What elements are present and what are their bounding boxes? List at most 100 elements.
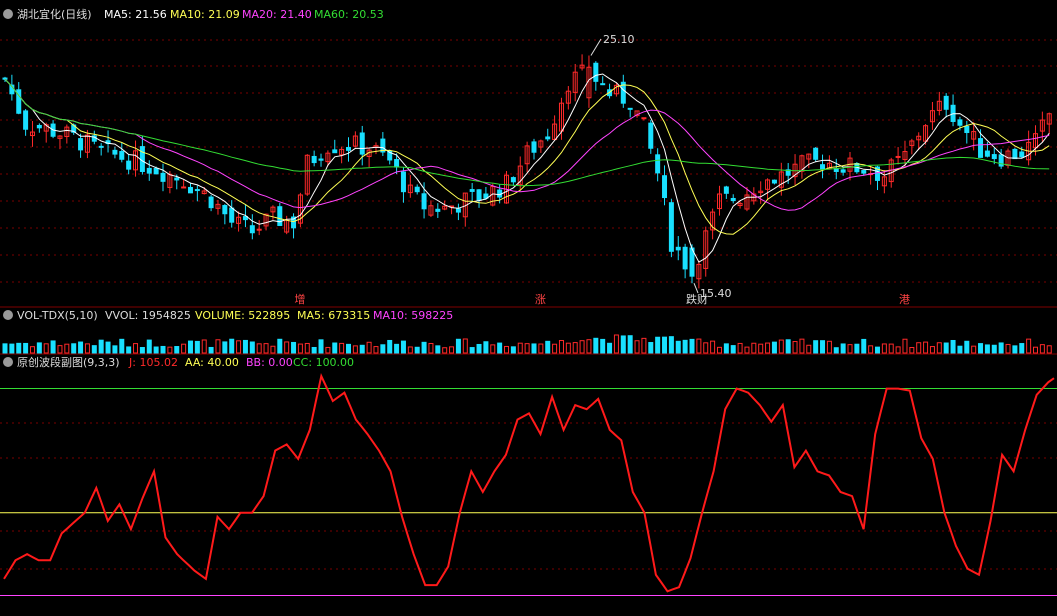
candle-body <box>627 107 633 110</box>
volume-bar <box>346 343 351 354</box>
volume-bar <box>16 342 22 354</box>
volume-bar <box>187 340 193 354</box>
ma10-legend: MA10: 21.09 <box>170 8 240 21</box>
candle-body <box>668 202 674 252</box>
volume-bar <box>682 339 688 354</box>
ma5-legend: MA5: 21.56 <box>104 8 167 21</box>
candle-body <box>146 167 152 174</box>
volume-bar <box>607 342 613 354</box>
volume-bar <box>490 344 496 354</box>
volume-bar <box>91 345 97 354</box>
volume-bar <box>133 343 139 354</box>
candle-body <box>991 154 997 160</box>
volume-bar <box>923 341 929 354</box>
volume-bar <box>126 346 132 354</box>
volume-bar <box>978 343 984 354</box>
volume-bar <box>160 345 166 354</box>
volume-bar <box>648 342 654 354</box>
volume-bar <box>352 345 358 354</box>
volume-bar <box>98 339 104 354</box>
volume-bar <box>854 343 860 354</box>
volume-bar <box>194 340 200 354</box>
candle-body <box>510 177 516 183</box>
volume-bar <box>29 346 35 354</box>
volume-bar <box>373 346 379 354</box>
volume-bar <box>421 341 427 354</box>
candle-body <box>545 136 551 140</box>
candle-body <box>311 155 317 164</box>
candle-body <box>730 197 736 202</box>
signal-marker: 增 <box>294 292 305 306</box>
volume-bar <box>620 335 626 354</box>
volume-bar <box>1026 338 1032 354</box>
volume-bar <box>579 340 585 354</box>
candle-body <box>435 208 441 212</box>
candle-body <box>222 205 228 215</box>
volume-bar <box>826 340 832 354</box>
candle-body <box>332 149 338 154</box>
volume-bar <box>737 342 743 354</box>
volume-bar <box>586 339 592 354</box>
volume-bar <box>1033 346 1038 354</box>
volume-bar <box>943 342 949 354</box>
kline-chart[interactable]: 湖北宜化(日线) MA5: 21.56 MA10: 21.09 MA20: 21… <box>0 0 1057 616</box>
candle-body <box>861 170 867 174</box>
volume-bar <box>263 343 269 354</box>
volume-bar <box>236 340 242 354</box>
volume-bar <box>593 337 599 354</box>
vol-indicator-name: VOL-TDX(5,10) <box>17 309 98 322</box>
volume-bar <box>167 346 173 354</box>
volume-bar <box>462 338 468 354</box>
volume-bar <box>146 339 152 354</box>
volume-value: VOLUME: 522895 <box>195 309 290 322</box>
high-arrow <box>590 38 602 56</box>
volume-bar <box>476 343 482 354</box>
candle-body <box>723 186 729 194</box>
main-legend: 湖北宜化(日线) MA5: 21.56 MA10: 21.09 MA20: 21… <box>3 7 384 21</box>
volume-bar <box>655 336 661 354</box>
candle-body <box>359 132 365 155</box>
volume-bar <box>778 339 784 354</box>
volume-bar <box>407 346 413 354</box>
volume-bar <box>895 346 901 354</box>
volume-bar <box>483 341 489 354</box>
candle-body <box>840 169 846 173</box>
volume-bar <box>668 336 674 354</box>
volume-bar <box>249 341 255 354</box>
candle-body <box>400 171 406 193</box>
circle-chevron-down-icon[interactable] <box>3 9 13 19</box>
candle-body <box>249 225 255 234</box>
candle-body <box>112 149 118 155</box>
osc-cc-value: CC: 100.00 <box>293 356 354 369</box>
volume-bar <box>868 345 874 354</box>
circle-chevron-down-icon[interactable] <box>3 357 13 367</box>
volume-bar <box>112 345 118 354</box>
j-line <box>3 372 1055 593</box>
signal-marker: 跌财 <box>686 292 708 306</box>
volume-bar <box>139 347 145 354</box>
circle-chevron-down-icon[interactable] <box>3 310 13 320</box>
volume-bar <box>50 340 56 354</box>
candle-body <box>181 186 187 189</box>
candle-body <box>895 155 901 158</box>
candle-body <box>277 206 283 226</box>
candle-body <box>346 147 351 151</box>
volume-bar <box>2 343 8 354</box>
volume-bar <box>813 340 819 354</box>
candle-body <box>682 246 688 270</box>
high-price-label: 25.10 <box>603 33 635 46</box>
volume-bar <box>524 343 530 354</box>
volume-bar <box>820 340 826 354</box>
volume-bar <box>689 338 695 354</box>
ma60-legend: MA60: 20.53 <box>314 8 384 21</box>
volume-bar <box>208 346 214 354</box>
volume-bar <box>359 344 365 354</box>
volume-bar <box>730 345 736 354</box>
vvol-value: VVOL: 1954825 <box>105 309 191 322</box>
volume-bar <box>957 345 963 354</box>
volume-bar <box>600 338 606 354</box>
volume-bar <box>902 338 908 354</box>
osc-indicator-name: 原创波段副图(9,3,3) <box>17 355 120 369</box>
volume-bar <box>771 341 777 354</box>
candle-body <box>36 124 42 129</box>
